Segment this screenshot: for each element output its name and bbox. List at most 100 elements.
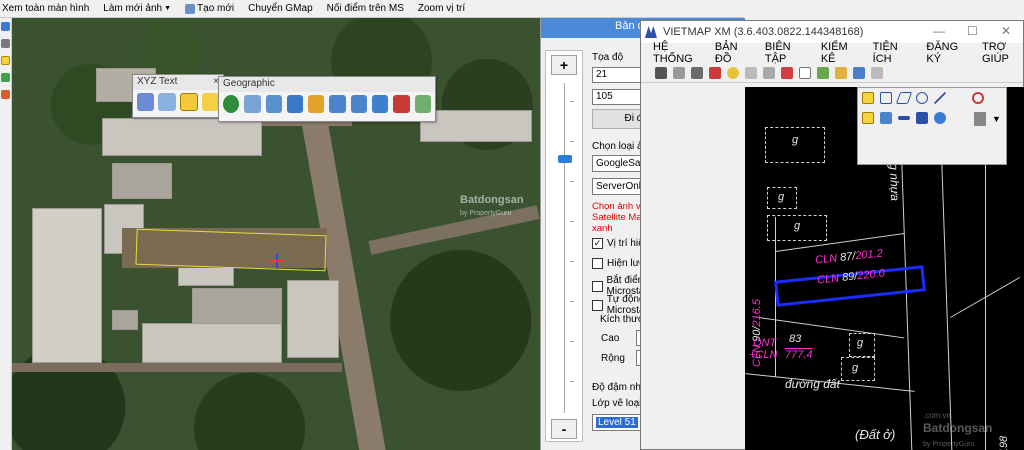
building: [142, 323, 282, 363]
circle-icon[interactable]: [916, 92, 928, 104]
parcel-land-type: ONT: [753, 337, 777, 349]
lower-road: [12, 363, 342, 372]
projection-icon[interactable]: [286, 95, 304, 113]
export-icon[interactable]: [871, 66, 883, 79]
tool-icon[interactable]: [1, 90, 10, 99]
toolbar-item-new[interactable]: Tạo mới: [185, 3, 234, 14]
xyz-text-toolbar[interactable]: XYZ Text ×: [132, 74, 224, 118]
building: [112, 163, 172, 199]
import-icon[interactable]: [329, 95, 346, 113]
menu-tro-giup[interactable]: TRỢ GIÚP: [982, 41, 1023, 65]
edge-label: 198: [998, 435, 1011, 450]
zoom-tick: [570, 381, 574, 382]
parcel-edge: [755, 316, 905, 339]
plus-icon[interactable]: [880, 112, 892, 124]
globe-icon[interactable]: [934, 112, 946, 124]
toolbar-item-refresh-image[interactable]: Làm mới ảnh ▼: [103, 3, 171, 14]
database-icon[interactable]: [393, 95, 410, 113]
chevron-down-icon[interactable]: ▼: [992, 114, 1001, 124]
checkbox-icon[interactable]: [592, 299, 603, 311]
toolbar-item-fullscreen[interactable]: Xem toàn màn hình: [2, 3, 89, 14]
coordinate-label: Tọa độ: [592, 52, 624, 63]
menu-kiem-ke[interactable]: KIỂM KÊ: [821, 41, 855, 65]
toolbar-item-zoom-location[interactable]: Zoom vị trí: [418, 3, 465, 14]
menu-he-thong[interactable]: HỆ THỐNG: [653, 41, 697, 65]
menu-dang-ky[interactable]: ĐĂNG KÝ: [926, 41, 964, 65]
menu-tien-ich[interactable]: TIỆN ÍCH: [873, 41, 909, 65]
zoom-out-button[interactable]: -: [551, 419, 577, 439]
vietmap-window[interactable]: VIETMAP XM (3.6.403.0822.144348168) — ☐ …: [640, 20, 1024, 450]
parcel-edge: [985, 147, 986, 450]
checkbox-checked-icon[interactable]: ✓: [592, 238, 603, 249]
no-entry-icon[interactable]: [972, 92, 984, 104]
document-icon[interactable]: [691, 66, 703, 79]
export-text-icon[interactable]: [201, 93, 219, 111]
export-icon[interactable]: [350, 95, 368, 113]
zoom-tick: [570, 181, 574, 182]
fill-icon[interactable]: [916, 112, 928, 124]
flag-icon[interactable]: [709, 66, 721, 79]
left-tool-strip: [0, 18, 12, 450]
building-outline: g: [767, 215, 827, 241]
minimize-icon[interactable]: —: [933, 24, 945, 38]
select-box-icon[interactable]: [1, 56, 10, 65]
place-text-icon[interactable]: [179, 93, 198, 111]
move-icon[interactable]: [862, 92, 874, 104]
toolbar-title: XYZ Text: [137, 76, 178, 87]
building-outline: g: [767, 187, 797, 209]
menu-ban-do[interactable]: BẢN ĐỒ: [715, 41, 747, 65]
sync-icon[interactable]: [372, 95, 389, 113]
coordinate-icon[interactable]: [244, 95, 261, 113]
zoom-slider[interactable]: + -: [545, 50, 583, 442]
zoom-in-button[interactable]: +: [551, 55, 577, 75]
line-text-icon[interactable]: [158, 93, 176, 111]
toolbar-item-gmap[interactable]: Chuyển GMap: [248, 3, 312, 14]
width-label: Rộng: [601, 353, 625, 364]
geographic-toolbar[interactable]: Geographic: [218, 76, 436, 122]
delete-icon[interactable]: [781, 66, 793, 79]
checkbox-icon[interactable]: [592, 280, 603, 292]
point-list-icon[interactable]: [137, 93, 155, 111]
new-icon: [185, 3, 196, 14]
pointer-icon[interactable]: [655, 66, 667, 79]
line-icon[interactable]: [934, 92, 946, 104]
checkbox-icon[interactable]: [592, 258, 603, 269]
parcel-outline[interactable]: [135, 228, 327, 272]
minus-icon[interactable]: [898, 116, 910, 120]
close-icon[interactable]: ✕: [1001, 24, 1011, 38]
lightbulb-icon[interactable]: [727, 66, 739, 79]
table-icon[interactable]: [673, 66, 685, 79]
vietmap-toolbar: [641, 63, 1023, 83]
land-use-label: (Đất ở): [855, 427, 896, 442]
text-icon[interactable]: [799, 66, 811, 79]
globe-icon[interactable]: [223, 95, 240, 113]
pin-icon[interactable]: [745, 66, 757, 79]
pointer-icon[interactable]: [1, 39, 10, 48]
refresh-icon[interactable]: [1, 22, 10, 31]
grid-icon[interactable]: [414, 95, 431, 113]
satellite-map[interactable]: Batdongsan by PropertyGuru XYZ Text × Geog…: [12, 18, 540, 450]
transform-icon[interactable]: [862, 112, 874, 124]
menu-bien-tap[interactable]: BIÊN TẬP: [765, 41, 803, 65]
parcel-label-87: CLN 87/201.2: [814, 247, 884, 267]
cursor-icon[interactable]: [974, 112, 986, 126]
frame-icon[interactable]: [853, 66, 865, 79]
layer-icon[interactable]: [1, 73, 10, 82]
zoom-tick: [570, 221, 574, 222]
zoom-thumb[interactable]: [558, 155, 572, 163]
height-label: Cao: [601, 333, 620, 344]
cube-icon[interactable]: [763, 66, 775, 79]
maximize-icon[interactable]: ☐: [967, 24, 978, 38]
toolbar-title: Geographic: [223, 78, 275, 89]
watermark: .com.vn Batdongsan by PropertyGuru: [923, 411, 993, 448]
chevron-down-icon: ▼: [164, 5, 172, 12]
search-icon[interactable]: [835, 66, 847, 79]
tree-icon[interactable]: [817, 66, 829, 79]
zoom-track: [564, 83, 565, 413]
transform-icon[interactable]: [265, 95, 282, 113]
parallelogram-icon[interactable]: [895, 92, 913, 104]
toolbar-item-connect-points[interactable]: Nối điểm trên MS: [327, 3, 404, 14]
rectangle-icon[interactable]: [880, 92, 892, 104]
settings-icon[interactable]: [308, 95, 325, 113]
location-marker-icon: [270, 254, 284, 268]
